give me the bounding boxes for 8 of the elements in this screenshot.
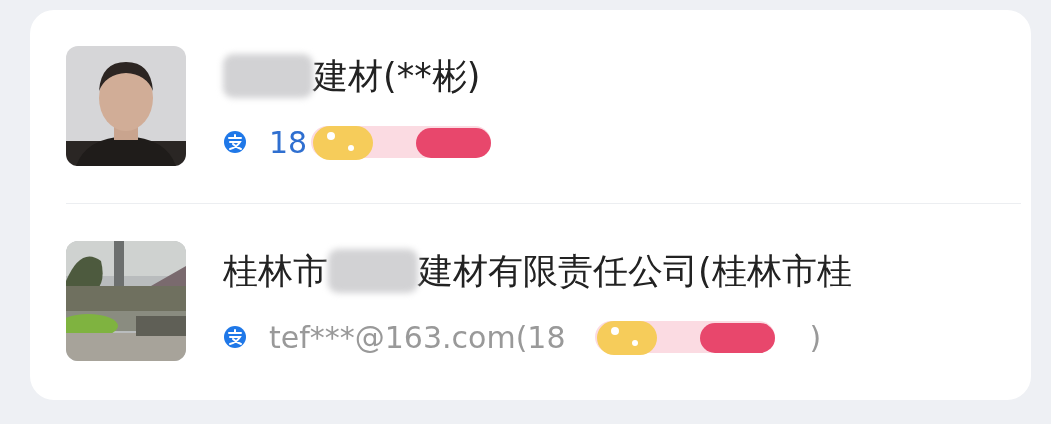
account-text: tef***@163.com(18 bbox=[269, 319, 566, 355]
app-icon bbox=[223, 325, 247, 349]
account-text: ) bbox=[809, 319, 822, 355]
account-text: 18 bbox=[269, 124, 308, 160]
contact-name: 桂林市 bbox=[223, 250, 328, 293]
app-icon bbox=[223, 130, 247, 154]
contact-name: 建材有限责任公司(桂林市桂 bbox=[418, 250, 852, 293]
contact-name: 建材(**彬) bbox=[313, 55, 481, 98]
